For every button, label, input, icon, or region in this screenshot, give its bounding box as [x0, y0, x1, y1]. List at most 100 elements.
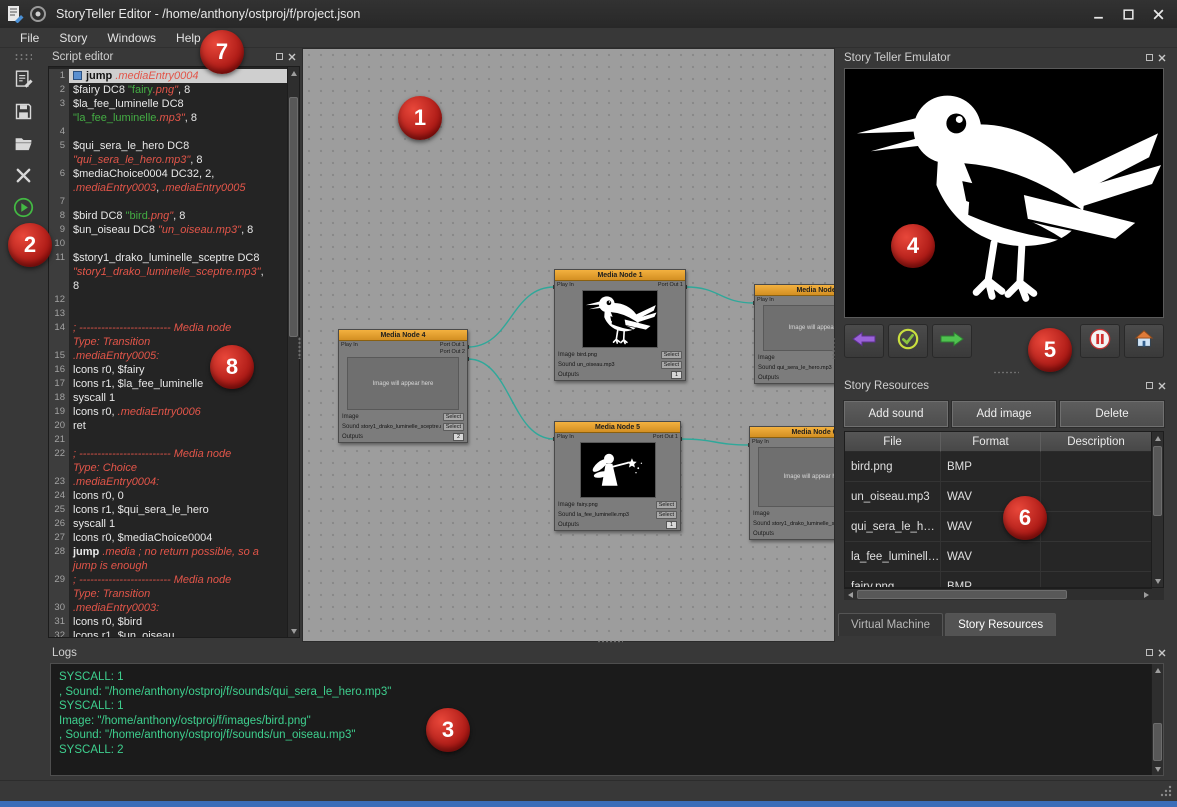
node-input-port[interactable]: Play In: [752, 439, 769, 445]
previous-button[interactable]: [844, 324, 884, 358]
script-line: 20ret: [49, 419, 287, 433]
minimize-button[interactable]: [1085, 3, 1111, 25]
resources-table[interactable]: File Format Description bird.pngBMPun_oi…: [844, 431, 1164, 588]
scroll-down-icon[interactable]: [288, 625, 300, 637]
log-line: SYSCALL: 2: [59, 743, 1155, 758]
node-image-select-button[interactable]: Select: [661, 351, 682, 359]
resource-row[interactable]: bird.pngBMP: [845, 452, 1163, 482]
logs-scrollbar[interactable]: [1151, 664, 1163, 775]
column-description[interactable]: Description: [1041, 432, 1152, 452]
media-node-6[interactable]: Media Node 6Play InPort Out 1Image will …: [749, 426, 835, 540]
script-line: 26syscall 1: [49, 517, 287, 531]
node-output-port[interactable]: Port Out 2: [440, 349, 465, 355]
float-dock-icon[interactable]: [1146, 54, 1153, 61]
node-connection-wire[interactable]: [468, 359, 554, 439]
close-story-button[interactable]: [7, 164, 39, 192]
column-file[interactable]: File: [845, 432, 941, 452]
logs-panel[interactable]: SYSCALL: 1, Sound: "/home/anthony/ostpro…: [50, 663, 1164, 776]
splitter-handle[interactable]: [832, 337, 835, 359]
scroll-up-icon[interactable]: [288, 67, 300, 79]
ok-button[interactable]: [888, 324, 928, 358]
home-button[interactable]: [1124, 324, 1164, 358]
dock-tab-story-resources[interactable]: Story Resources: [945, 613, 1056, 636]
node-image-select-button[interactable]: Select: [656, 501, 677, 509]
resource-row[interactable]: qui_sera_le_hero.mp3WAV: [845, 512, 1163, 542]
node-sound-value: story1_drako_luminelle_sceptre.mp3: [361, 424, 441, 430]
scrollbar-thumb[interactable]: [1153, 446, 1162, 516]
pause-button[interactable]: [1080, 324, 1120, 358]
menu-windows[interactable]: Windows: [97, 28, 166, 47]
splitter-handle[interactable]: [298, 337, 301, 359]
node-connection-wire[interactable]: [686, 287, 754, 303]
scroll-right-icon[interactable]: [1140, 589, 1152, 601]
node-sound-select-button[interactable]: Select: [443, 423, 464, 431]
media-node-3[interactable]: Media Node 3Play InPort Out 1Image will …: [754, 284, 835, 384]
media-node-4[interactable]: Media Node 4Play InPort Out 1Port Out 2I…: [338, 329, 468, 443]
script-line: Type: Transition: [49, 587, 287, 601]
close-dock-icon[interactable]: [1158, 54, 1166, 62]
resources-table-scrollbar[interactable]: [1151, 432, 1163, 587]
node-graph-canvas[interactable]: Media Node 4Play InPort Out 1Port Out 2I…: [302, 48, 835, 642]
node-sound-select-button[interactable]: Select: [661, 361, 682, 369]
title-bar[interactable]: StoryTeller Editor - /home/anthony/ostpr…: [0, 0, 1177, 28]
node-connection-wire[interactable]: [681, 439, 749, 445]
node-outputs-spinner[interactable]: 1: [671, 371, 682, 379]
resize-grip-icon[interactable]: [1159, 784, 1173, 798]
dock-tab-virtual-machine[interactable]: Virtual Machine: [838, 613, 943, 636]
close-dock-icon[interactable]: [1158, 382, 1166, 390]
add-sound-button[interactable]: Add sound: [844, 401, 948, 427]
node-sound-value: qui_sera_le_hero.mp3: [777, 365, 835, 371]
menu-help[interactable]: Help: [166, 28, 211, 47]
splitter-handle[interactable]: [597, 640, 623, 643]
node-input-port[interactable]: Play In: [557, 282, 574, 288]
node-output-port[interactable]: Port Out 1: [658, 282, 683, 288]
resource-row[interactable]: un_oiseau.mp3WAV: [845, 482, 1163, 512]
menu-story[interactable]: Story: [49, 28, 97, 47]
node-image-select-button[interactable]: Select: [443, 413, 464, 421]
scrollbar-thumb[interactable]: [1153, 723, 1162, 761]
resource-row[interactable]: la_fee_luminelle.mp3WAV: [845, 542, 1163, 572]
column-format[interactable]: Format: [941, 432, 1041, 452]
maximize-button[interactable]: [1115, 3, 1141, 25]
scroll-down-icon[interactable]: [1152, 763, 1164, 775]
node-outputs-spinner[interactable]: 2: [453, 433, 464, 441]
media-node-5[interactable]: Media Node 5Play InPort Out 1Imagefairy.…: [554, 421, 681, 531]
menu-file[interactable]: File: [10, 28, 49, 47]
node-connection-wire[interactable]: [468, 287, 554, 347]
run-button[interactable]: [7, 196, 39, 224]
float-dock-icon[interactable]: [1146, 382, 1153, 389]
node-outputs-spinner[interactable]: 1: [666, 521, 677, 529]
scroll-left-icon[interactable]: [844, 589, 856, 601]
resources-hscrollbar[interactable]: [844, 588, 1152, 600]
float-dock-icon[interactable]: [276, 53, 283, 60]
delete-button[interactable]: Delete: [1060, 401, 1164, 427]
resource-row[interactable]: fairy.pngBMP: [845, 572, 1163, 588]
scroll-up-icon[interactable]: [1152, 664, 1164, 676]
close-dock-icon[interactable]: [1158, 649, 1166, 657]
scroll-down-icon[interactable]: [1152, 575, 1164, 587]
splitter-handle[interactable]: [993, 371, 1019, 374]
scroll-up-icon[interactable]: [1152, 432, 1164, 444]
node-input-port[interactable]: Play In: [557, 434, 574, 440]
scrollbar-thumb[interactable]: [857, 590, 1067, 599]
scrollbar-thumb[interactable]: [289, 97, 298, 337]
save-button[interactable]: [7, 100, 39, 128]
node-output-port[interactable]: Port Out 1: [440, 342, 465, 348]
next-button[interactable]: [932, 324, 972, 358]
new-script-button[interactable]: [7, 68, 39, 96]
close-button[interactable]: [1145, 3, 1171, 25]
resources-title: Story Resources: [844, 380, 929, 392]
left-toolbar: [0, 48, 46, 782]
open-button[interactable]: [7, 132, 39, 160]
node-output-port[interactable]: Port Out 1: [653, 434, 678, 440]
close-dock-icon[interactable]: [288, 53, 296, 61]
add-image-button[interactable]: Add image: [952, 401, 1056, 427]
node-input-port[interactable]: Play In: [757, 297, 774, 303]
node-image-value: fairy.png: [577, 502, 654, 508]
node-input-port[interactable]: Play In: [341, 342, 358, 355]
script-editor[interactable]: 1jump .mediaEntry00042$fairy DC8 "fairy.…: [48, 66, 300, 638]
media-node-1[interactable]: Media Node 1Play InPort Out 1Imagebird.p…: [554, 269, 686, 381]
toolbar-drag-handle[interactable]: [14, 53, 32, 60]
node-sound-select-button[interactable]: Select: [656, 511, 677, 519]
float-dock-icon[interactable]: [1146, 649, 1153, 656]
